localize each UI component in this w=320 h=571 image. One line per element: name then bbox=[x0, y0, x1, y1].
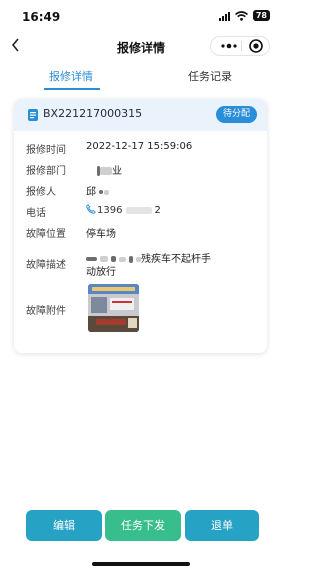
phone-visible-start: 1396 bbox=[97, 205, 123, 216]
edit-button[interactable]: 编辑 bbox=[26, 510, 102, 541]
field-label: 报修部门 bbox=[26, 166, 66, 177]
reporter-value: 邱 bbox=[86, 183, 109, 198]
redaction-block bbox=[100, 167, 112, 175]
status-time: 16:49 bbox=[22, 10, 61, 24]
field-label: 报修人 bbox=[26, 187, 56, 198]
action-bar: 编辑 任务下发 退单 bbox=[0, 510, 282, 542]
field-label: 故障附件 bbox=[26, 306, 66, 317]
card-header: BX221217000315 待分配 bbox=[14, 99, 267, 131]
department-visible-text: 业 bbox=[112, 166, 122, 177]
dispatch-task-button[interactable]: 任务下发 bbox=[105, 510, 181, 541]
tab-task-record[interactable]: 任务记录 bbox=[188, 68, 232, 84]
tab-bar: 报修详情 任务记录 bbox=[0, 62, 282, 92]
phone-icon bbox=[86, 204, 96, 214]
repair-detail-card: BX221217000315 待分配 报修时间 2022-12-17 15:59… bbox=[14, 99, 267, 353]
field-label: 故障描述 bbox=[26, 260, 66, 271]
field-label: 故障位置 bbox=[26, 229, 66, 240]
nav-bar: 报修详情 bbox=[0, 34, 282, 60]
capsule-divider bbox=[241, 41, 242, 51]
tab-repair-detail[interactable]: 报修详情 bbox=[49, 68, 93, 84]
redaction-block bbox=[111, 256, 116, 262]
mini-program-capsule bbox=[210, 36, 270, 56]
report-time-value: 2022-12-17 15:59:06 bbox=[86, 141, 193, 152]
phone-visible-end: 2 bbox=[154, 205, 161, 216]
description-line-2: 动放行 bbox=[86, 267, 116, 278]
active-tab-indicator bbox=[44, 88, 100, 90]
target-close-icon[interactable] bbox=[248, 38, 264, 54]
attachment-thumbnail[interactable] bbox=[88, 284, 139, 332]
field-label: 电话 bbox=[26, 208, 46, 219]
status-icons: 78 bbox=[218, 10, 270, 21]
reporter-visible-text: 邱 bbox=[86, 187, 96, 198]
status-badge: 待分配 bbox=[215, 106, 257, 123]
phone-value[interactable]: 1396 2 bbox=[86, 204, 161, 216]
field-label: 报修时间 bbox=[26, 145, 66, 156]
order-number: BX221217000315 bbox=[43, 107, 143, 120]
redaction-block bbox=[104, 189, 109, 195]
redaction-block bbox=[129, 255, 133, 263]
location-value: 停车场 bbox=[86, 229, 116, 240]
redaction-block bbox=[100, 256, 108, 262]
wifi-icon bbox=[234, 10, 248, 21]
signal-icon bbox=[218, 11, 230, 21]
more-dots-icon[interactable] bbox=[219, 37, 239, 55]
redaction-block bbox=[99, 190, 103, 194]
redaction-block bbox=[119, 256, 126, 262]
document-icon bbox=[28, 109, 38, 121]
redaction-block bbox=[86, 257, 97, 261]
department-value: 业 bbox=[86, 162, 122, 177]
redaction-block bbox=[126, 206, 153, 214]
status-bar: 16:49 78 bbox=[0, 0, 282, 34]
description-visible-text: 残疾车不起杆手 bbox=[141, 254, 211, 265]
battery-indicator: 78 bbox=[252, 10, 270, 21]
return-order-button[interactable]: 退单 bbox=[185, 510, 259, 541]
home-indicator bbox=[92, 562, 190, 566]
